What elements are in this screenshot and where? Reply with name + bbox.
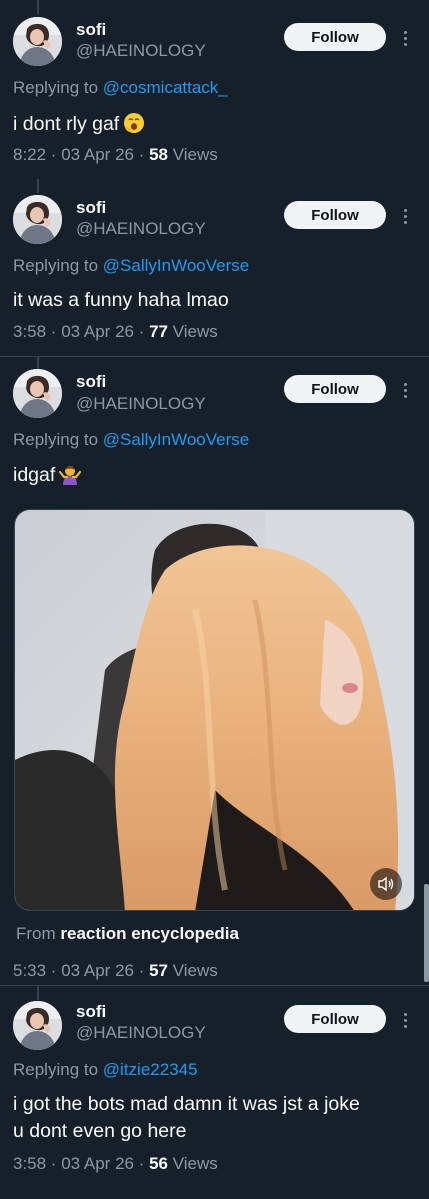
video-thumbnail bbox=[15, 510, 414, 910]
sound-toggle-icon[interactable] bbox=[370, 868, 402, 900]
more-options-icon[interactable] bbox=[398, 28, 412, 48]
reply-mention-link[interactable]: @SallyInWooVerse bbox=[103, 430, 249, 449]
views-label: Views bbox=[168, 145, 218, 164]
replying-to: Replying to @SallyInWooVerse bbox=[13, 430, 249, 450]
tweet[interactable]: sofi @HAEINOLOGY Follow Replying to @itz… bbox=[0, 985, 429, 1199]
media-source: From reaction encyclopedia bbox=[16, 924, 239, 944]
views-count: 77 bbox=[149, 322, 169, 341]
views-count: 56 bbox=[149, 1154, 169, 1173]
tweet-text-line: i got the bots mad damn it was jst a jok… bbox=[13, 1093, 360, 1115]
tweet-meta: 5:33 · 03 Apr 26 · 57 Views bbox=[13, 961, 218, 981]
more-options-icon[interactable] bbox=[398, 380, 412, 400]
follow-button[interactable]: Follow bbox=[284, 1005, 386, 1033]
avatar[interactable] bbox=[13, 1001, 62, 1050]
follow-button[interactable]: Follow bbox=[284, 375, 386, 403]
views-label: Views bbox=[168, 961, 218, 980]
timestamp[interactable]: 8:22 · 03 Apr 26 · bbox=[13, 145, 149, 164]
avatar[interactable] bbox=[13, 195, 62, 244]
media-video[interactable] bbox=[14, 509, 415, 911]
replying-to: Replying to @cosmicattack_ bbox=[13, 78, 228, 98]
tweet-text: i dont rly gaf bbox=[13, 111, 413, 138]
reply-mention-link[interactable]: @cosmicattack_ bbox=[103, 78, 228, 97]
tweet-text-content: i dont rly gaf bbox=[13, 113, 120, 135]
media-from-prefix: From bbox=[16, 924, 56, 943]
display-name[interactable]: sofi bbox=[76, 1002, 106, 1022]
person-shrugging-emoji-icon bbox=[59, 466, 82, 485]
replying-prefix: Replying to bbox=[13, 430, 99, 449]
views-label: Views bbox=[168, 322, 218, 341]
timestamp[interactable]: 3:58 · 03 Apr 26 · bbox=[13, 322, 149, 341]
display-name[interactable]: sofi bbox=[76, 198, 106, 218]
replying-prefix: Replying to bbox=[13, 1060, 99, 1079]
user-handle[interactable]: @HAEINOLOGY bbox=[76, 219, 206, 239]
replying-to: Replying to @SallyInWooVerse bbox=[13, 256, 249, 276]
user-handle[interactable]: @HAEINOLOGY bbox=[76, 41, 206, 61]
more-options-icon[interactable] bbox=[398, 206, 412, 226]
tweet[interactable]: sofi @HAEINOLOGY Follow Replying to @cos… bbox=[0, 0, 429, 178]
user-handle[interactable]: @HAEINOLOGY bbox=[76, 1023, 206, 1043]
replying-prefix: Replying to bbox=[13, 256, 99, 275]
timestamp[interactable]: 3:58 · 03 Apr 26 · bbox=[13, 1154, 149, 1173]
yawning-face-emoji-icon bbox=[124, 113, 145, 133]
avatar[interactable] bbox=[13, 369, 62, 418]
tweet-meta: 8:22 · 03 Apr 26 · 58 Views bbox=[13, 145, 218, 165]
tweet-text: i got the bots mad damn it was jst a jok… bbox=[13, 1091, 413, 1145]
display-name[interactable]: sofi bbox=[76, 20, 106, 40]
replying-prefix: Replying to bbox=[13, 78, 99, 97]
tweet-text-content: idgaf bbox=[13, 464, 56, 486]
tweet-meta: 3:58 · 03 Apr 26 · 56 Views bbox=[13, 1154, 218, 1174]
display-name[interactable]: sofi bbox=[76, 372, 106, 392]
follow-button[interactable]: Follow bbox=[284, 23, 386, 51]
tweet-meta: 3:58 · 03 Apr 26 · 77 Views bbox=[13, 322, 218, 342]
tweet-text: idgaf bbox=[13, 462, 413, 489]
avatar[interactable] bbox=[13, 17, 62, 66]
tweet-text-line: u dont even go here bbox=[13, 1120, 187, 1142]
more-options-icon[interactable] bbox=[398, 1010, 412, 1030]
tweet-text: it was a funny haha lmao bbox=[13, 289, 229, 311]
reply-mention-link[interactable]: @SallyInWooVerse bbox=[103, 256, 249, 275]
tweet[interactable]: sofi @HAEINOLOGY Follow Replying to @Sal… bbox=[0, 178, 429, 356]
scrollbar[interactable] bbox=[424, 884, 429, 982]
views-count: 58 bbox=[149, 145, 169, 164]
reply-mention-link[interactable]: @itzie22345 bbox=[103, 1060, 198, 1079]
replying-to: Replying to @itzie22345 bbox=[13, 1060, 198, 1080]
user-handle[interactable]: @HAEINOLOGY bbox=[76, 394, 206, 414]
views-count: 57 bbox=[149, 961, 169, 980]
media-source-link[interactable]: reaction encyclopedia bbox=[60, 924, 239, 943]
views-label: Views bbox=[168, 1154, 218, 1173]
follow-button[interactable]: Follow bbox=[284, 201, 386, 229]
timestamp[interactable]: 5:33 · 03 Apr 26 · bbox=[13, 961, 149, 980]
